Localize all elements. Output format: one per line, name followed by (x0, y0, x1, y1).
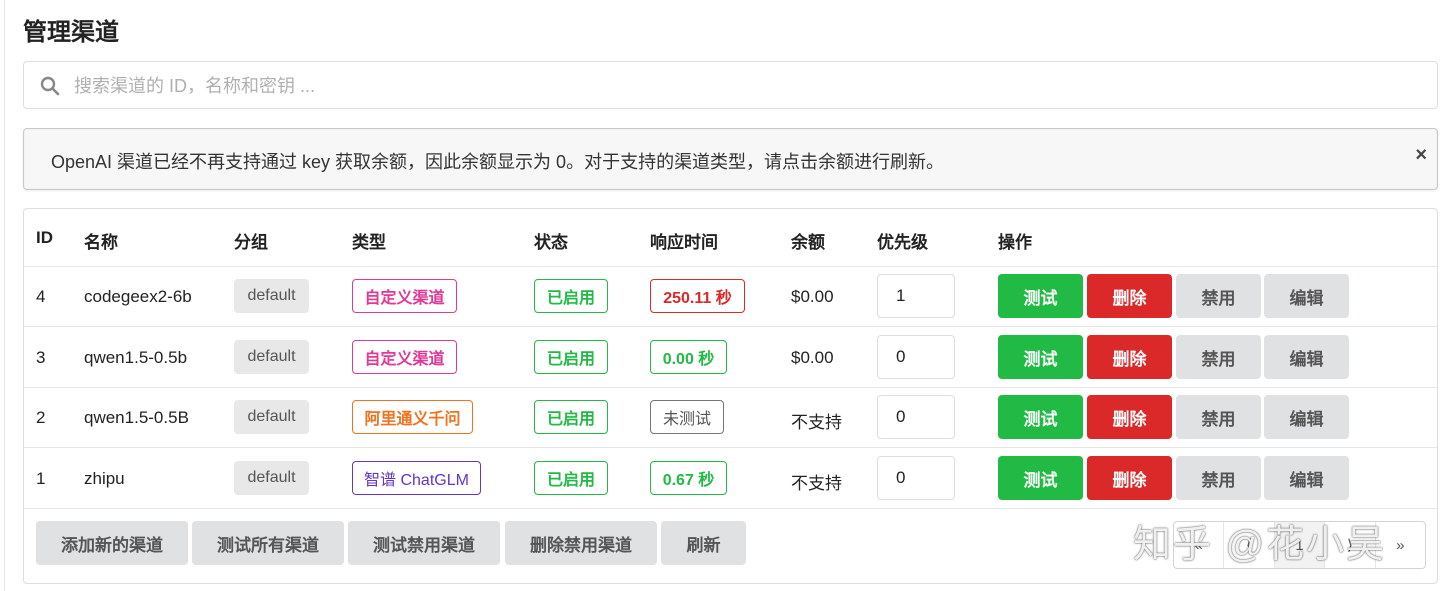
disable-button[interactable]: 禁用 (1176, 395, 1261, 439)
notice-message: OpenAI 渠道已经不再支持通过 key 获取余额，因此余额显示为 0。对于支… (23, 128, 1438, 190)
test-button[interactable]: 测试 (998, 395, 1083, 439)
header-group[interactable]: 分组 (234, 228, 268, 253)
row-name: qwen1.5-0.5b (84, 348, 188, 367)
status-badge: 已启用 (534, 461, 608, 495)
balance-value[interactable]: $0.00 (791, 348, 834, 368)
group-badge: default (234, 461, 309, 495)
test-button[interactable]: 测试 (998, 335, 1083, 379)
type-badge: 自定义渠道 (352, 340, 457, 374)
notice-text: OpenAI 渠道已经不再支持通过 key 获取余额，因此余额显示为 0。对于支… (51, 152, 945, 172)
disable-button[interactable]: 禁用 (1176, 456, 1261, 500)
header-actions: 操作 (998, 233, 1032, 252)
search-icon (40, 76, 60, 96)
row-id: 1 (36, 469, 46, 488)
delete-button[interactable]: 删除 (1087, 456, 1172, 500)
row-id: 4 (36, 287, 46, 306)
delete-button[interactable]: 删除 (1087, 274, 1172, 318)
priority-input[interactable] (877, 274, 955, 318)
type-badge: 智谱 ChatGLM (352, 461, 481, 495)
row-divider (24, 326, 1437, 327)
delete-button[interactable]: 删除 (1087, 395, 1172, 439)
header-response-time[interactable]: 响应时间 (650, 228, 718, 253)
disable-button[interactable]: 禁用 (1176, 274, 1261, 318)
test-disabled-channels-button[interactable]: 测试禁用渠道 (348, 521, 500, 565)
response-time-badge[interactable]: 0.00 秒 (650, 340, 727, 374)
group-badge: default (234, 340, 309, 374)
edit-button[interactable]: 编辑 (1264, 456, 1349, 500)
group-badge: default (234, 279, 309, 313)
header-priority[interactable]: 优先级 (877, 228, 928, 253)
response-time-badge[interactable]: 未测试 (650, 400, 724, 434)
row-id: 2 (36, 408, 46, 427)
type-badge: 自定义渠道 (352, 279, 457, 313)
row-divider (24, 508, 1437, 509)
refresh-button[interactable]: 刷新 (661, 521, 746, 565)
test-button[interactable]: 测试 (998, 274, 1083, 318)
page-left-border (4, 0, 5, 591)
header-id[interactable]: ID (36, 228, 53, 248)
header-name[interactable]: 名称 (84, 228, 118, 253)
priority-input[interactable] (877, 395, 955, 439)
row-divider (24, 387, 1437, 388)
balance-value[interactable]: $0.00 (791, 287, 834, 307)
disable-button[interactable]: 禁用 (1176, 335, 1261, 379)
group-badge: default (234, 400, 309, 434)
edit-button[interactable]: 编辑 (1264, 274, 1349, 318)
edit-button[interactable]: 编辑 (1264, 395, 1349, 439)
edit-button[interactable]: 编辑 (1264, 335, 1349, 379)
balance-value[interactable]: 不支持 (791, 469, 842, 494)
response-time-badge[interactable]: 0.67 秒 (650, 461, 727, 495)
search-box[interactable] (23, 61, 1438, 109)
row-name: codegeex2-6b (84, 287, 192, 306)
close-icon[interactable]: × (1415, 144, 1427, 167)
delete-button[interactable]: 删除 (1087, 335, 1172, 379)
test-button[interactable]: 测试 (998, 456, 1083, 500)
watermark: 知乎 @花小吴 (1133, 524, 1387, 566)
type-badge: 阿里通义千问 (352, 400, 473, 434)
balance-value[interactable]: 不支持 (791, 408, 842, 433)
header-type[interactable]: 类型 (352, 228, 386, 253)
row-id: 3 (36, 348, 46, 367)
row-divider (24, 266, 1437, 267)
header-status[interactable]: 状态 (534, 228, 568, 253)
status-badge: 已启用 (534, 279, 608, 313)
add-channel-button[interactable]: 添加新的渠道 (36, 521, 188, 565)
delete-disabled-channels-button[interactable]: 删除禁用渠道 (505, 521, 657, 565)
priority-input[interactable] (877, 335, 955, 379)
test-all-channels-button[interactable]: 测试所有渠道 (192, 521, 344, 565)
search-input[interactable] (72, 70, 1416, 102)
row-name: zhipu (84, 469, 125, 488)
response-time-badge[interactable]: 250.11 秒 (650, 279, 745, 313)
header-balance[interactable]: 余额 (791, 228, 825, 253)
row-divider (24, 447, 1437, 448)
row-name: qwen1.5-0.5B (84, 408, 189, 427)
status-badge: 已启用 (534, 340, 608, 374)
priority-input[interactable] (877, 456, 955, 500)
page-title: 管理渠道 (23, 19, 119, 46)
status-badge: 已启用 (534, 400, 608, 434)
